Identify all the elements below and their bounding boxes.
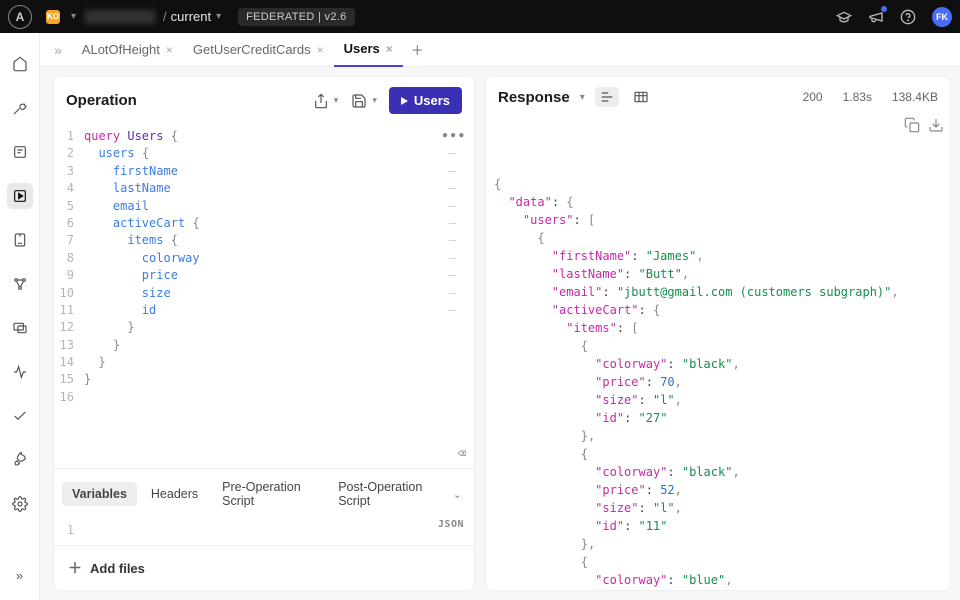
operation-panel: Operation ▾ ▾ Users ••• 1query Users {2 … xyxy=(54,77,474,590)
changelog-icon[interactable] xyxy=(7,139,33,165)
line-number: 13 xyxy=(54,337,84,354)
line-number: 12 xyxy=(54,319,84,336)
add-tab-button[interactable]: ＋ xyxy=(411,40,424,59)
download-icon[interactable] xyxy=(928,117,944,138)
fold-icon[interactable]: – xyxy=(449,302,464,319)
chevron-down-icon[interactable]: ▾ xyxy=(334,95,339,106)
line-number: 16 xyxy=(54,389,84,406)
line-number: 8 xyxy=(54,250,84,267)
breadcrumb-separator: / xyxy=(163,9,167,24)
sidebar: » xyxy=(0,33,40,600)
fold-icon[interactable]: – xyxy=(449,145,464,162)
line-number: 14 xyxy=(54,354,84,371)
fold-icon[interactable]: – xyxy=(449,250,464,267)
wrench-icon[interactable] xyxy=(7,95,33,121)
clients-icon[interactable] xyxy=(7,315,33,341)
prettify-icon[interactable]: ⌫ xyxy=(458,444,466,464)
response-panel: Response ▾ 200 1.83s 138.4KB { "data": {… xyxy=(486,77,950,590)
fold-icon[interactable]: – xyxy=(449,285,464,302)
close-icon[interactable]: × xyxy=(386,42,393,56)
run-button[interactable]: Users xyxy=(389,87,462,114)
help-icon[interactable] xyxy=(899,8,917,26)
launches-icon[interactable] xyxy=(7,447,33,473)
subgraphs-icon[interactable] xyxy=(7,271,33,297)
response-title: Response xyxy=(498,89,570,106)
vars-tab-post-operation-script[interactable]: Post-Operation Script xyxy=(328,475,445,513)
app-logo[interactable]: A xyxy=(8,5,32,29)
tab-users[interactable]: Users× xyxy=(334,33,403,67)
line-number: 6 xyxy=(54,215,84,232)
fold-icon[interactable]: – xyxy=(449,163,464,180)
line-number: 4 xyxy=(54,180,84,197)
variables-editor[interactable]: 1 JSON xyxy=(54,519,474,545)
main-area: » ALotOfHeight×GetUserCreditCards×Users×… xyxy=(40,33,960,600)
vars-tab-pre-operation-script[interactable]: Pre-Operation Script xyxy=(212,475,324,513)
close-icon[interactable]: × xyxy=(317,43,324,57)
response-body[interactable]: { "data": { "users": [ { "firstName": "J… xyxy=(486,117,950,590)
announcement-icon[interactable] xyxy=(867,8,885,26)
org-badge[interactable]: KO xyxy=(46,10,60,24)
checks-icon[interactable] xyxy=(7,403,33,429)
fold-icon[interactable]: – xyxy=(449,267,464,284)
line-number: 9 xyxy=(54,267,84,284)
format-badge: JSON xyxy=(438,519,464,530)
status-code: 200 xyxy=(803,90,823,104)
chevron-down-icon[interactable]: ▾ xyxy=(372,95,377,106)
query-editor[interactable]: ••• 1query Users {2 users {–3 firstName–… xyxy=(54,124,474,468)
play-icon xyxy=(401,97,408,105)
line-number: 11 xyxy=(54,302,84,319)
plus-icon: ＋ xyxy=(68,558,82,578)
table-view-icon[interactable] xyxy=(629,87,653,107)
chevron-down-icon[interactable]: ▾ xyxy=(580,92,585,103)
chevron-down-icon[interactable]: ▾ xyxy=(71,11,76,22)
line-number: 10 xyxy=(54,285,84,302)
copy-icon[interactable] xyxy=(904,117,920,138)
line-number: 3 xyxy=(54,163,84,180)
education-icon[interactable] xyxy=(835,8,853,26)
expand-sidebar-icon[interactable]: » xyxy=(7,562,33,588)
json-view-icon[interactable] xyxy=(595,87,619,107)
settings-icon[interactable] xyxy=(7,491,33,517)
fold-icon[interactable]: – xyxy=(449,215,464,232)
fold-icon[interactable]: – xyxy=(449,198,464,215)
vars-tab-variables[interactable]: Variables xyxy=(62,482,137,506)
response-time: 1.83s xyxy=(843,90,872,104)
schema-icon[interactable] xyxy=(7,227,33,253)
close-icon[interactable]: × xyxy=(166,43,173,57)
fold-icon[interactable]: – xyxy=(449,232,464,249)
variables-panel: VariablesHeadersPre-Operation ScriptPost… xyxy=(54,468,474,545)
tab-getusercreditcards[interactable]: GetUserCreditCards× xyxy=(183,33,334,67)
share-icon[interactable] xyxy=(312,92,330,110)
line-number: 1 xyxy=(54,128,84,145)
operation-title: Operation xyxy=(66,92,304,109)
collapse-panel-icon[interactable]: » xyxy=(54,42,62,58)
line-number: 15 xyxy=(54,371,84,388)
line-number: 5 xyxy=(54,198,84,215)
tab-alotofheight[interactable]: ALotOfHeight× xyxy=(72,33,183,67)
variant-name[interactable]: current xyxy=(171,9,211,24)
tabs-bar: » ALotOfHeight×GetUserCreditCards×Users×… xyxy=(40,33,960,67)
chevron-down-icon[interactable]: ▾ xyxy=(216,11,221,22)
topbar: A KO ▾ / current ▾ FEDERATED | v2.6 FK xyxy=(0,0,960,33)
federation-badge: FEDERATED | v2.6 xyxy=(238,8,354,26)
fold-icon[interactable]: – xyxy=(449,180,464,197)
insights-icon[interactable] xyxy=(7,359,33,385)
response-size: 138.4KB xyxy=(892,90,938,104)
save-icon[interactable] xyxy=(350,92,368,110)
vars-tab-headers[interactable]: Headers xyxy=(141,482,208,506)
line-number: 7 xyxy=(54,232,84,249)
line-number: 2 xyxy=(54,145,84,162)
chevron-down-icon[interactable]: ⌄ xyxy=(449,484,466,505)
add-files-button[interactable]: ＋ Add files xyxy=(54,545,474,590)
line-number: 1 xyxy=(54,523,84,537)
user-avatar[interactable]: FK xyxy=(932,7,952,27)
home-icon[interactable] xyxy=(7,51,33,77)
more-icon[interactable]: ••• xyxy=(441,128,466,145)
explorer-icon[interactable] xyxy=(7,183,33,209)
graph-name-redacted xyxy=(85,10,155,24)
